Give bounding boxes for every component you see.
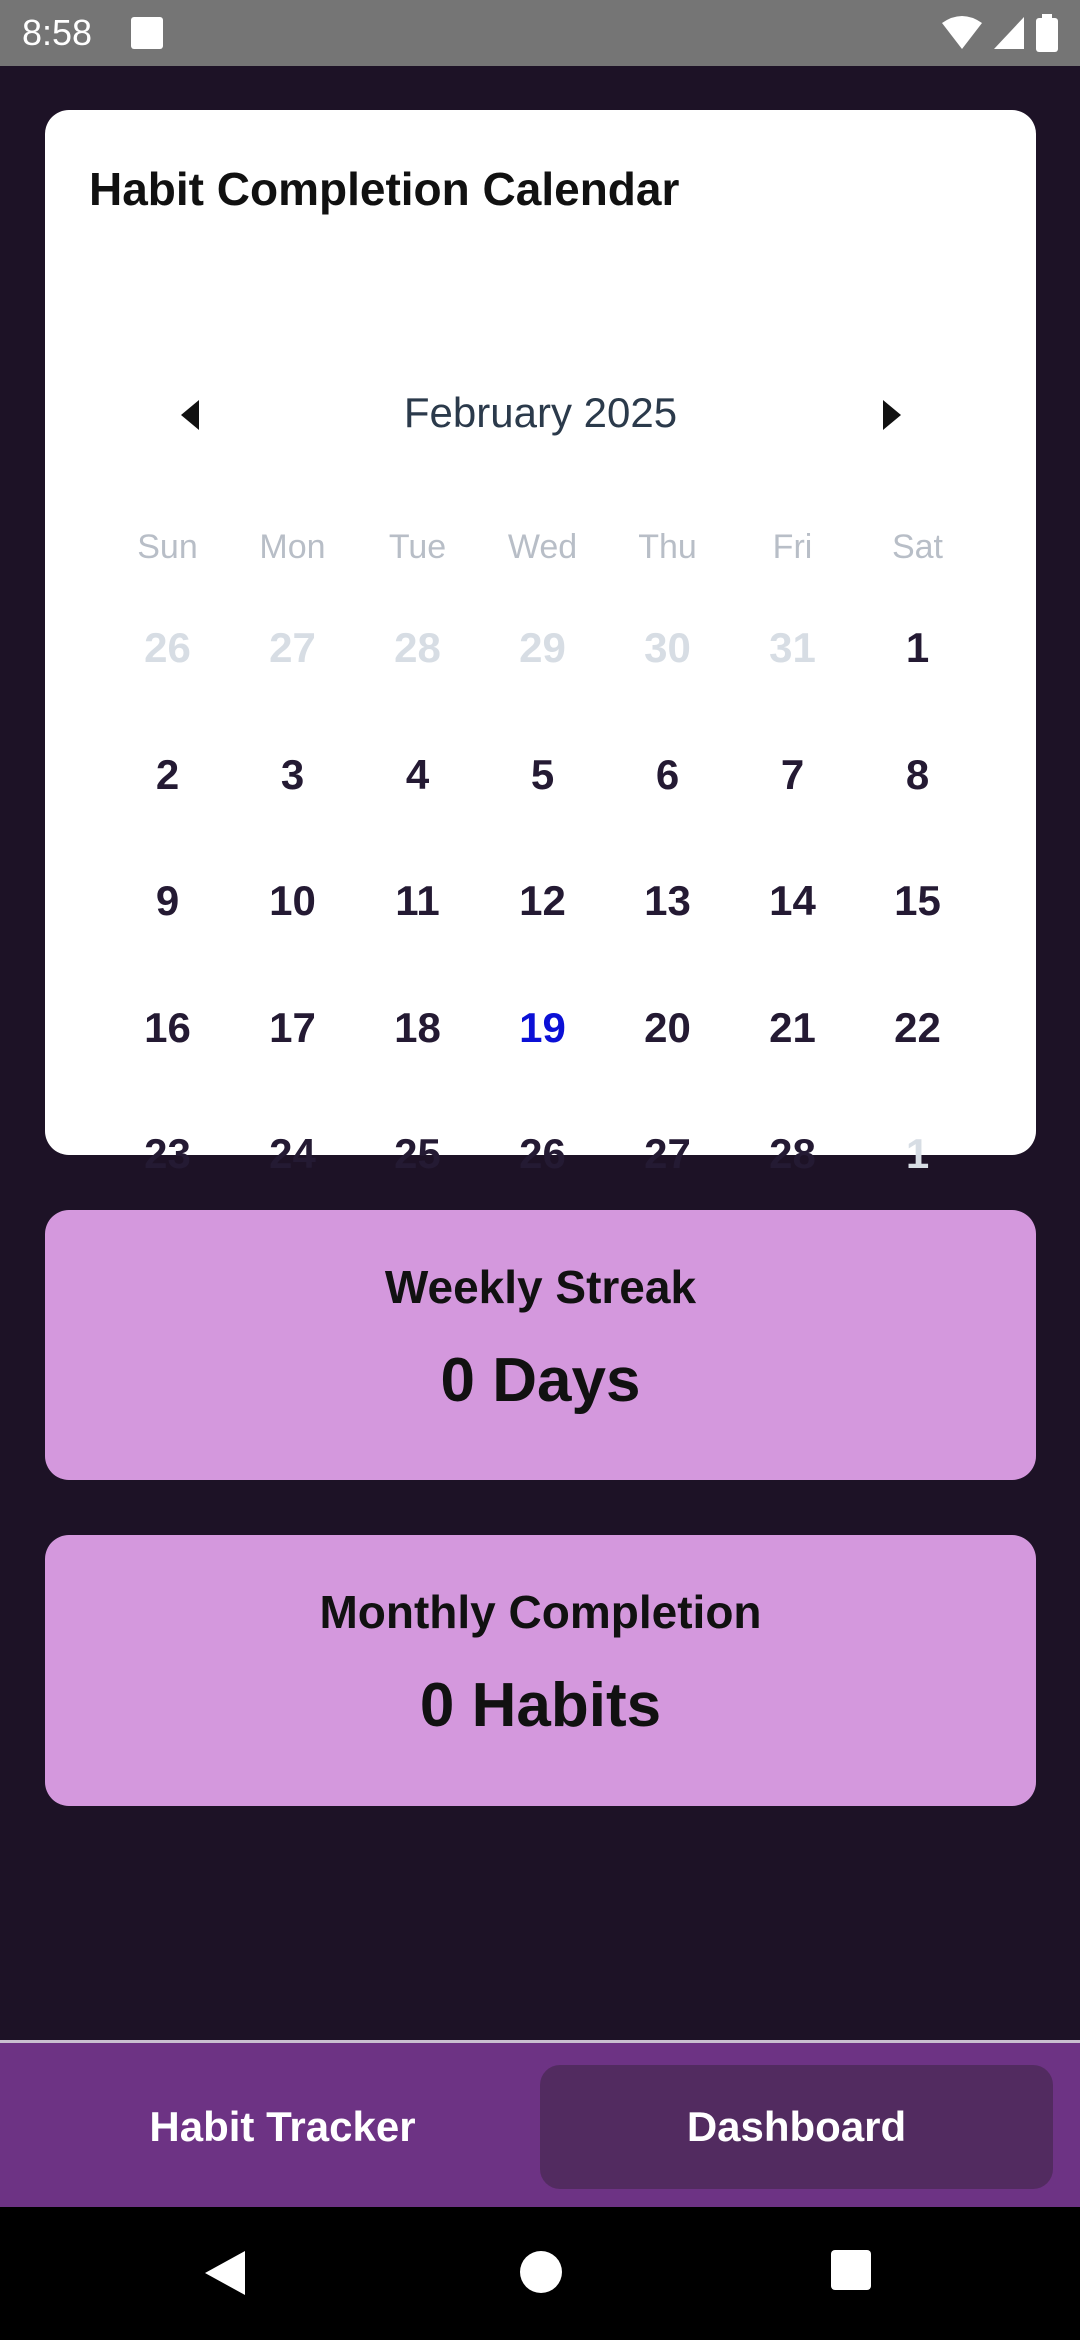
calendar-day[interactable]: 22 [855,980,980,1107]
tab-dashboard[interactable]: Dashboard [540,2065,1053,2189]
calendar-day[interactable]: 16 [105,980,230,1107]
calendar-day[interactable]: 26 [105,600,230,727]
calendar-day[interactable]: 2 [105,727,230,854]
weekday-label: Tue [388,528,447,566]
monthly-completion-label: Monthly Completion [319,1586,762,1638]
calendar-day[interactable]: 15 [855,853,980,980]
calendar-title: Habit Completion Calendar [89,163,680,215]
weekday-label: Wed [507,528,578,566]
calendar-day[interactable]: 1 [855,600,980,727]
calendar-day[interactable]: 29 [480,600,605,727]
calendar-day[interactable]: 9 [105,853,230,980]
bottom-navigation: Habit Tracker Dashboard [0,2040,1080,2207]
weekday-label: Sun [137,528,198,566]
calendar-day[interactable]: 10 [230,853,355,980]
calendar-day[interactable]: 4 [355,727,480,854]
calendar-day[interactable]: 17 [230,980,355,1107]
calendar-day[interactable]: 3 [230,727,355,854]
calendar-day[interactable]: 12 [480,853,605,980]
calendar-day[interactable]: 8 [855,727,980,854]
weekday-header: Sun Mon Tue Wed Thu Fri Sat [105,528,980,567]
calendar-day[interactable]: 27 [230,600,355,727]
weekday-label: Mon [259,528,326,566]
weekday-label: Fri [772,528,813,566]
wifi-icon [942,16,982,49]
calendar-card: Habit Completion Calendar February 2025 … [45,110,1036,1177]
home-icon[interactable] [518,2249,564,2295]
calendar-day[interactable]: 18 [355,980,480,1107]
calendar-day[interactable]: 31 [730,600,855,727]
monthly-completion-card: Monthly Completion 0 Habits [45,1535,1036,1806]
weekday-label: Thu [638,528,697,566]
weekly-streak-card: Weekly Streak 0 Days [45,1210,1036,1480]
month-navigation: February 2025 [45,375,1036,455]
recent-apps-icon[interactable] [830,2249,872,2291]
calendar-day[interactable]: 28 [355,600,480,727]
status-time: 8:58 [22,12,93,53]
triangle-right-icon [883,400,901,430]
system-navigation-bar [0,2207,1080,2340]
status-icons [942,14,1058,52]
calendar-day[interactable]: 6 [605,727,730,854]
calendar-day[interactable]: 11 [355,853,480,980]
calendar-day[interactable]: 21 [730,980,855,1107]
tab-habit-tracker[interactable]: Habit Tracker [20,2065,545,2189]
calendar-day[interactable]: 13 [605,853,730,980]
calendar-day[interactable]: 14 [730,853,855,980]
cellular-signal-icon [994,17,1024,49]
battery-icon [1036,14,1058,52]
calendar-day-today[interactable]: 19 [480,980,605,1107]
calendar-day[interactable]: 7 [730,727,855,854]
weekday-label: Sat [891,528,944,566]
next-month-button[interactable] [863,387,919,443]
weekly-streak-label: Weekly Streak [384,1261,697,1313]
back-icon[interactable] [203,2249,247,2297]
weekly-streak-value: 0 Days [440,1346,641,1415]
monthly-completion-value: 0 Habits [419,1671,662,1740]
notification-icon [131,17,163,49]
calendar-day[interactable]: 5 [480,727,605,854]
calendar-day[interactable]: 20 [605,980,730,1107]
calendar-days-grid: 26 27 28 29 30 31 1 2 3 4 5 6 7 8 9 10 11 12 13 14 15 16 17 18 1… [105,600,980,1233]
status-bar: 8:58 [0,0,1080,66]
calendar-day[interactable]: 30 [605,600,730,727]
